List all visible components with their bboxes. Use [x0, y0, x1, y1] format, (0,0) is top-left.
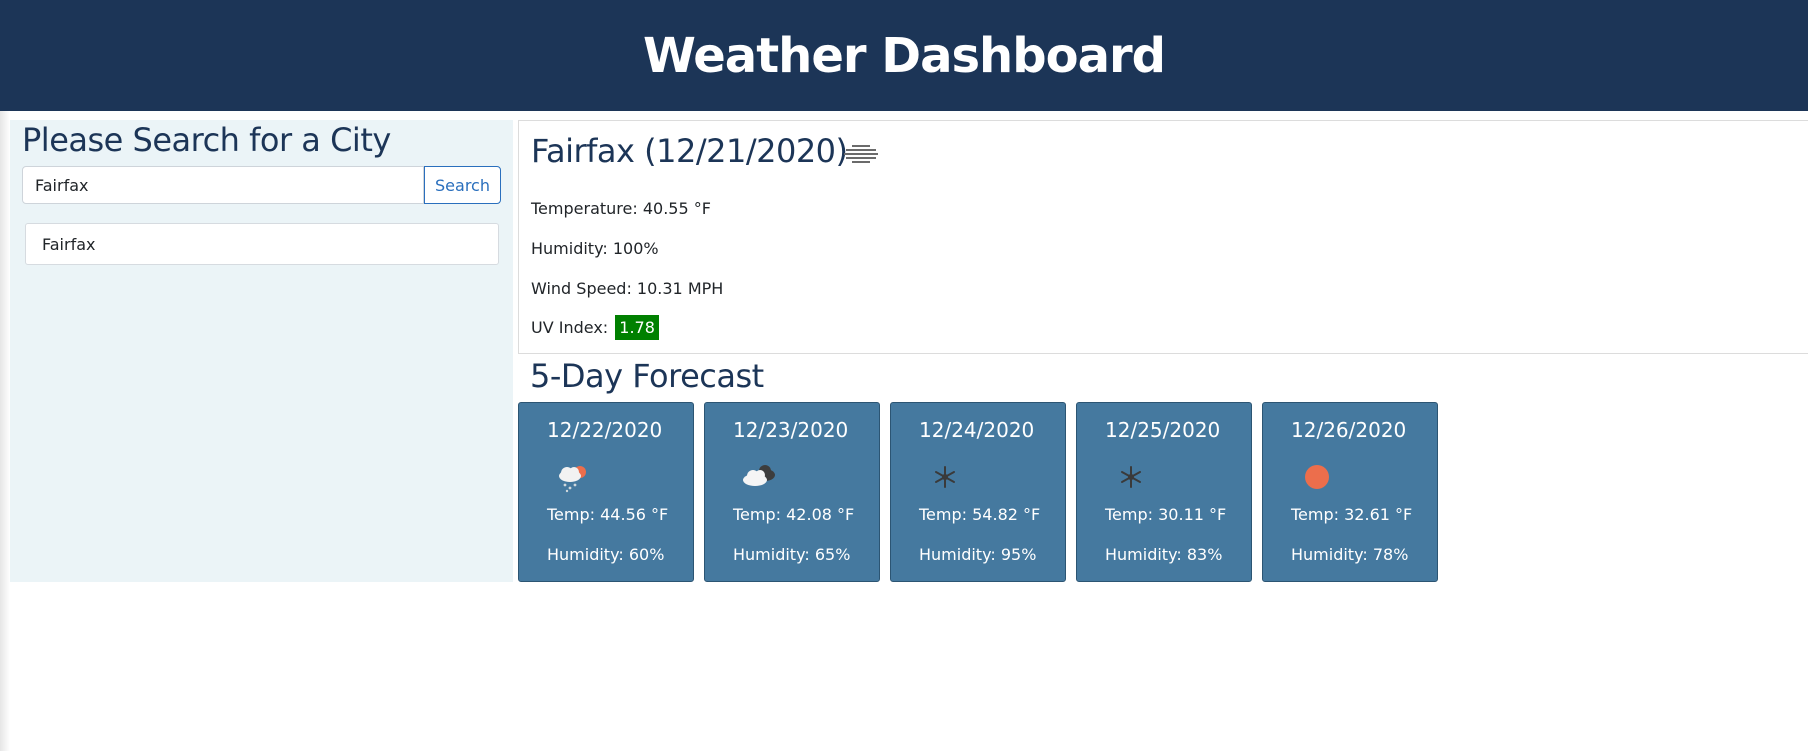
snowflake-icon: [1121, 466, 1141, 488]
uv-label: UV Index:: [531, 318, 609, 337]
forecast-temp: Temp: 42.08 °F: [733, 505, 855, 524]
forecast-humidity: Humidity: 83%: [1105, 545, 1223, 564]
forecast-card: 12/26/2020 Temp: 32.61 °F Humidity: 78%: [1262, 402, 1438, 582]
current-temperature: Temperature: 40.55 °F: [531, 199, 711, 218]
forecast-title: 5-Day Forecast: [530, 357, 764, 395]
snowflake-icon: [935, 466, 955, 488]
left-edge-shadow: [0, 111, 10, 751]
forecast-temp: Temp: 44.56 °F: [547, 505, 669, 524]
current-weather-panel: Fairfax (12/21/2020) Temperature: 40.55 …: [518, 120, 1808, 354]
current-uv-index: UV Index: 1.78: [531, 315, 659, 340]
forecast-temp: Temp: 32.61 °F: [1291, 505, 1413, 524]
city-search-input[interactable]: [22, 166, 424, 204]
page-title: Weather Dashboard: [643, 27, 1166, 84]
forecast-humidity: Humidity: 78%: [1291, 545, 1409, 564]
search-button[interactable]: Search: [424, 166, 501, 204]
mist-icon: [844, 145, 878, 163]
forecast-temp: Temp: 54.82 °F: [919, 505, 1041, 524]
forecast-date: 12/24/2020: [919, 418, 1035, 442]
forecast-card: 12/24/2020 Temp: 54.82 °F Humidity: 95%: [890, 402, 1066, 582]
forecast-date: 12/23/2020: [733, 418, 849, 442]
search-heading: Please Search for a City: [22, 121, 391, 159]
current-wind-speed: Wind Speed: 10.31 MPH: [531, 279, 724, 298]
broken-clouds-icon: [743, 465, 775, 486]
forecast-temp: Temp: 30.11 °F: [1105, 505, 1227, 524]
forecast-humidity: Humidity: 60%: [547, 545, 665, 564]
header-bar: Weather Dashboard: [0, 0, 1808, 111]
snow-cloud-sun-icon: [559, 466, 586, 493]
forecast-date: 12/26/2020: [1291, 418, 1407, 442]
forecast-card: 12/23/2020 Temp: 42.08 °F Humidity: 65%: [704, 402, 880, 582]
history-item-fairfax[interactable]: Fairfax: [25, 223, 499, 265]
forecast-date: 12/25/2020: [1105, 418, 1221, 442]
current-city-title: Fairfax (12/21/2020): [531, 132, 848, 170]
forecast-card: 12/25/2020 Temp: 30.11 °F Humidity: 83%: [1076, 402, 1252, 582]
uv-value-badge: 1.78: [615, 315, 659, 340]
forecast-card: 12/22/2020 Temp: 44.56 °F Humidity: 60%: [518, 402, 694, 582]
forecast-humidity: Humidity: 95%: [919, 545, 1037, 564]
sun-icon: [1305, 465, 1329, 489]
current-humidity: Humidity: 100%: [531, 239, 659, 258]
forecast-humidity: Humidity: 65%: [733, 545, 851, 564]
search-sidebar: Please Search for a City Search Fairfax: [10, 120, 513, 582]
forecast-date: 12/22/2020: [547, 418, 663, 442]
